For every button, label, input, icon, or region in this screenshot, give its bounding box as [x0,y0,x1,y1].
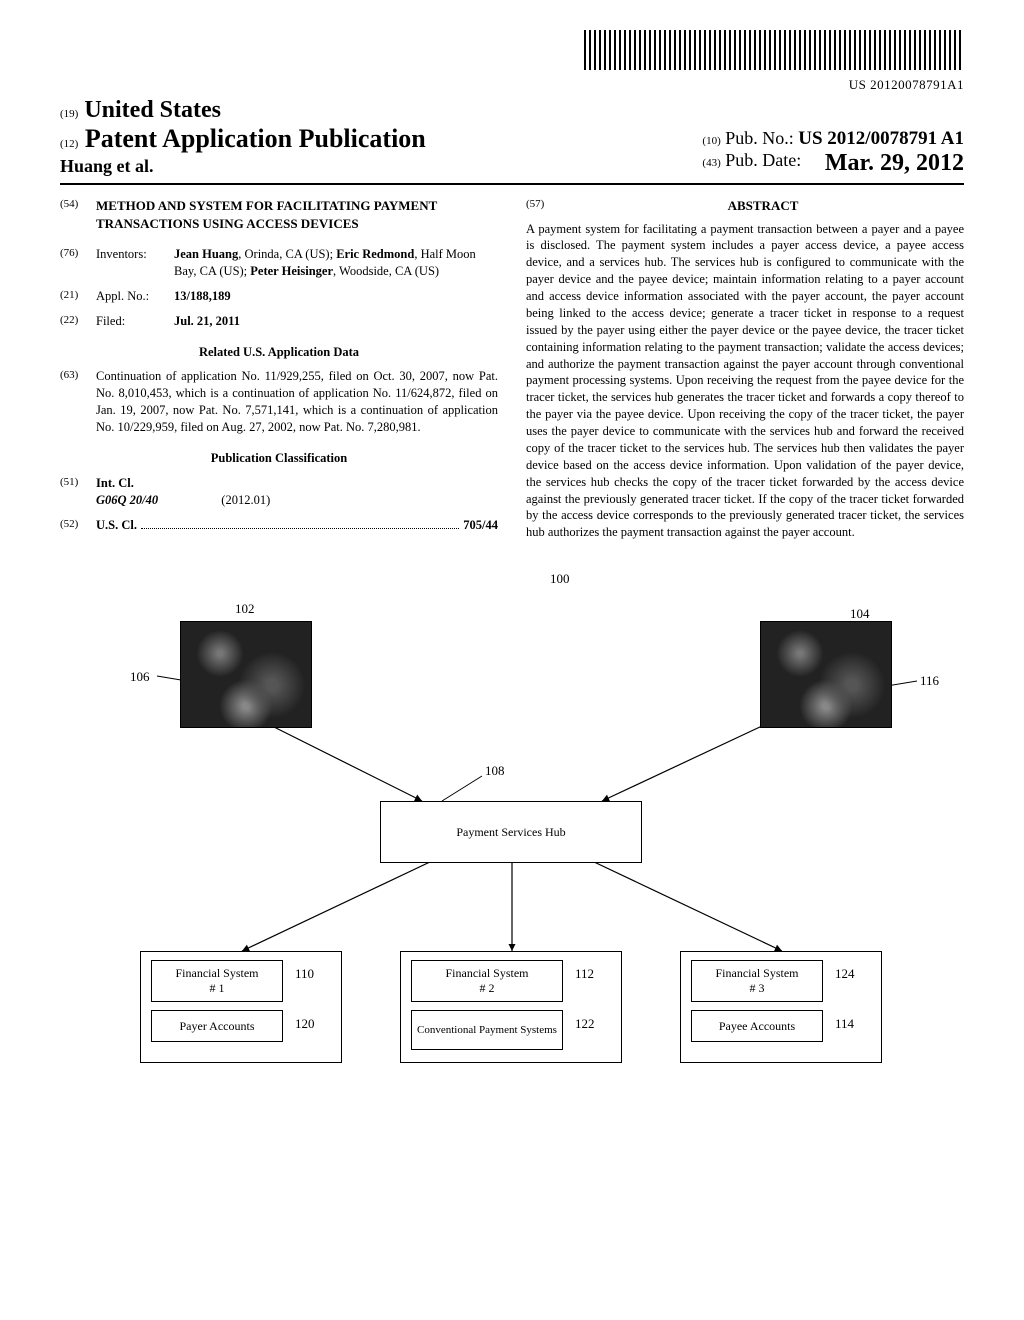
ref-106: 106 [130,669,150,685]
us-cl-value: 705/44 [463,517,498,534]
ref-108: 108 [485,763,505,779]
inid-21: (21) [60,288,96,305]
services-hub-label: Payment Services Hub [456,825,565,840]
ref-100: 100 [550,571,570,587]
ref-124: 124 [835,966,855,982]
filed-label: Filed: [96,313,174,330]
abstract-heading: ABSTRACT [562,197,964,215]
payer-image [180,621,312,728]
barcode-region: US 20120078791A1 [60,30,964,93]
right-column: (57) ABSTRACT A payment system for facil… [526,197,964,541]
payer-accounts-box: Payer Accounts [151,1010,283,1042]
ref-112: 112 [575,966,594,982]
pub-date-value: Mar. 29, 2012 [825,150,964,177]
inventors-label: Inventors: [96,246,174,280]
inid-57: (57) [526,197,562,221]
filed-value: Jul. 21, 2011 [174,313,498,330]
us-cl-label: U.S. Cl. [96,517,137,534]
ref-104: 104 [850,606,870,622]
int-cl-label: Int. Cl. [96,475,498,492]
inid-63: (63) [60,368,96,436]
related-text: Continuation of application No. 11/929,2… [96,368,498,436]
ref-122: 122 [575,1016,595,1032]
ref-120: 120 [295,1016,315,1032]
inid-10: (10) [702,135,720,147]
payee-accounts-box: Payee Accounts [691,1010,823,1042]
inid-19: (19) [60,108,78,120]
pub-date-label: Pub. Date: [725,150,801,170]
abstract-text: A payment system for facilitating a paym… [526,221,964,542]
publication-type: Patent Application Publication [85,124,426,153]
ref-114: 114 [835,1016,854,1032]
inid-52: (52) [60,517,96,534]
int-cl-code: G06Q 20/40 [96,493,158,507]
document-header: (19) United States (12) Patent Applicati… [60,97,964,185]
barcode-graphic [584,30,964,70]
inid-54: (54) [60,197,96,232]
author-line: Huang et al. [60,156,426,177]
fs1-box: Financial System # 1 [151,960,283,1002]
payee-image [760,621,892,728]
barcode-text: US 20120078791A1 [60,77,964,93]
left-column: (54) METHOD AND SYSTEM FOR FACILITATING … [60,197,498,541]
inventors-value: Jean Huang, Orinda, CA (US); Eric Redmon… [174,246,498,280]
appl-no-value: 13/188,189 [174,288,498,305]
ref-110: 110 [295,966,314,982]
int-cl-version: (2012.01) [221,493,270,507]
inid-43: (43) [702,157,720,169]
inid-12: (12) [60,138,78,150]
figure-1: 100 102 104 106 116 108 Payment Services… [60,571,964,1091]
ref-116: 116 [920,673,939,689]
pub-no-label: Pub. No.: [725,128,794,148]
services-hub-box: Payment Services Hub [380,801,642,863]
inid-51: (51) [60,475,96,509]
related-heading: Related U.S. Application Data [60,344,498,361]
inid-22: (22) [60,313,96,330]
fs2-box: Financial System # 2 [411,960,563,1002]
appl-no-label: Appl. No.: [96,288,174,305]
pub-no-value: US 2012/0078791 A1 [798,128,964,149]
invention-title: METHOD AND SYSTEM FOR FACILITATING PAYME… [96,197,498,232]
dotted-leader [141,518,459,529]
fs3-box: Financial System # 3 [691,960,823,1002]
country-name: United States [84,97,221,123]
conv-payment-box: Conventional Payment Systems [411,1010,563,1050]
ref-102: 102 [235,601,255,617]
inid-76: (76) [60,246,96,280]
pub-class-heading: Publication Classification [60,450,498,467]
